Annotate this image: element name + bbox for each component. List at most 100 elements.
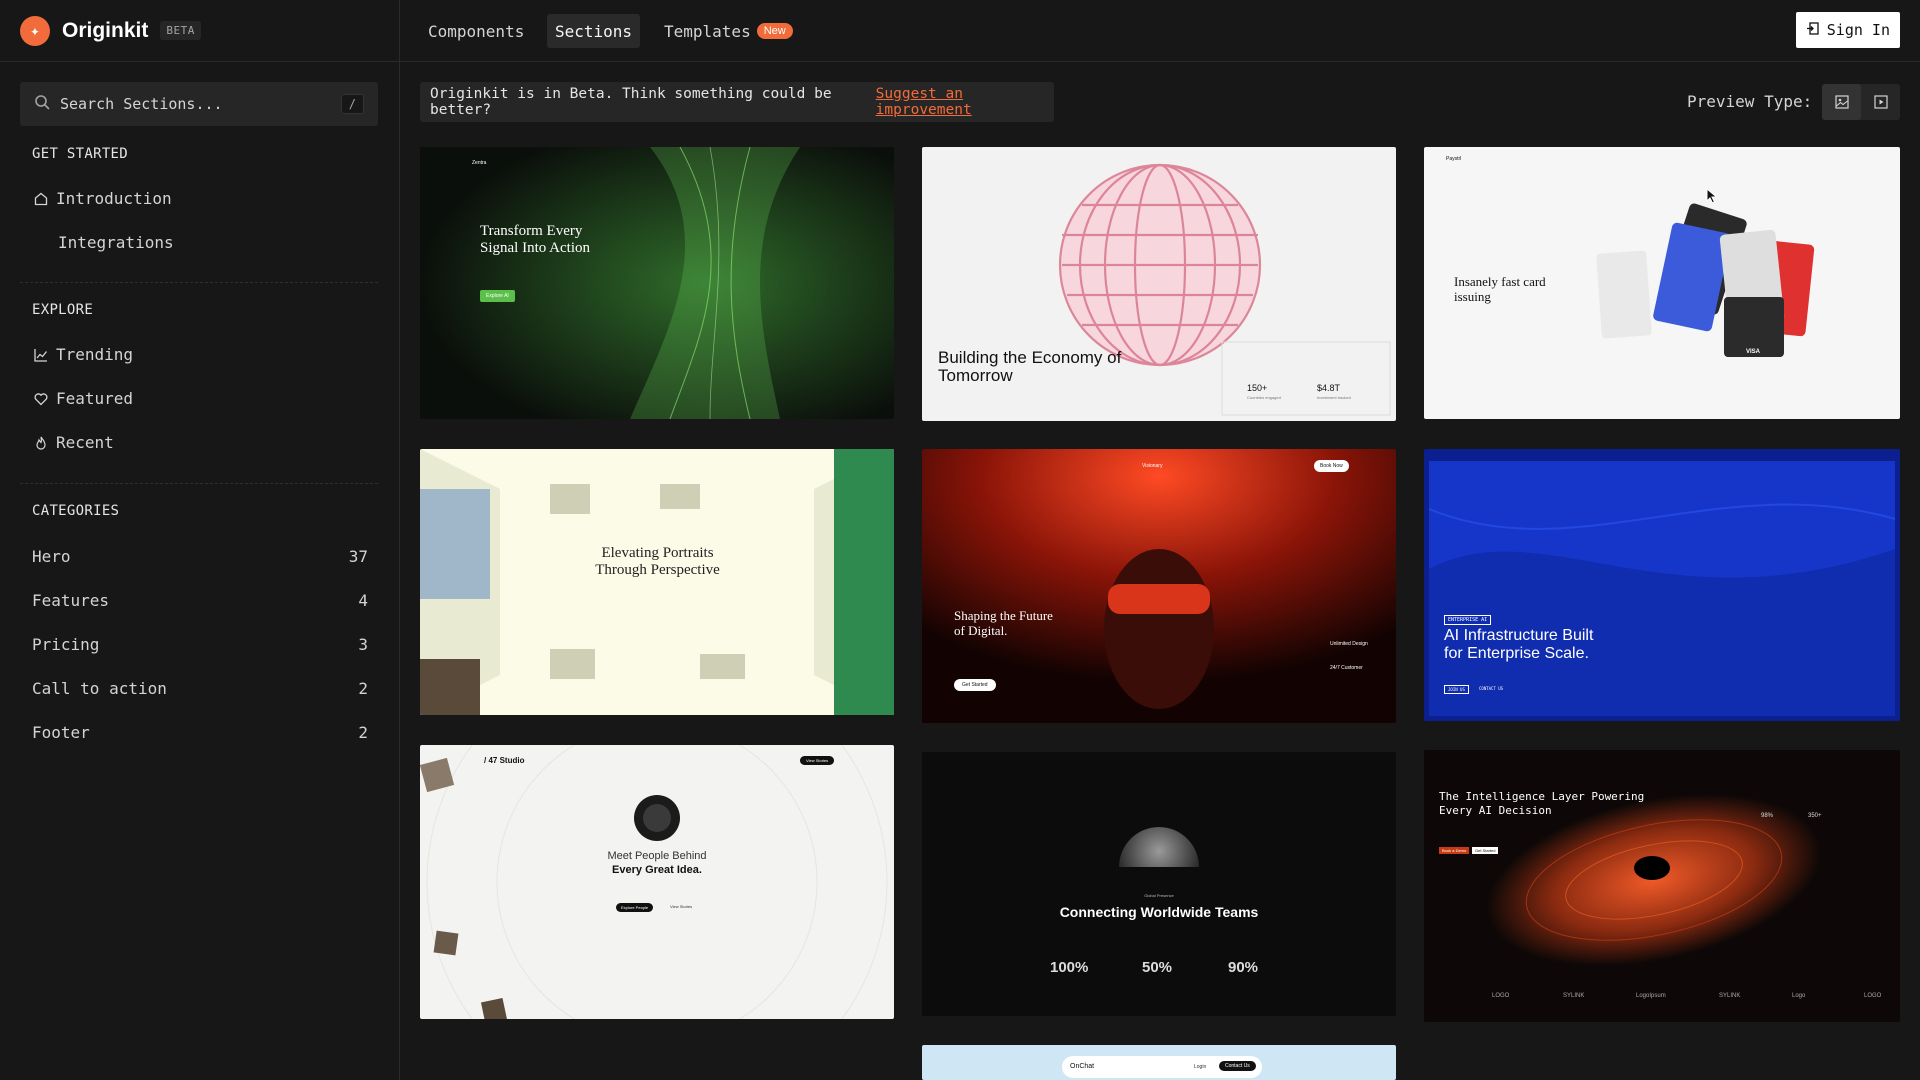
suggest-improvement-link[interactable]: Suggest an improvement: [876, 86, 1054, 118]
card-stat: 90%: [1228, 959, 1259, 976]
card-title: Every Great Idea.: [612, 864, 702, 876]
sidebar-item-label: Recent: [56, 433, 114, 452]
card-stat: 350+: [1808, 813, 1822, 819]
card-text: Unlimited Design: [1330, 641, 1368, 647]
sidebar-item-featured[interactable]: Featured: [32, 389, 133, 408]
category-count: 37: [348, 547, 368, 566]
explore-title: EXPLORE: [32, 302, 94, 318]
home-icon: [32, 192, 50, 206]
search-input[interactable]: [60, 95, 341, 113]
card-title: Building the Economy of Tomorrow: [938, 348, 1122, 385]
section-card[interactable]: Building the Economy of Tomorrow 150+ $4…: [922, 147, 1396, 421]
preview-type-toggle: [1822, 84, 1900, 120]
sidebar-item-label: Featured: [56, 389, 134, 408]
section-card[interactable]: ENTERPRISE AI AI Infrastructure Built fo…: [1424, 449, 1900, 721]
video-icon[interactable]: [1861, 84, 1900, 120]
sidebar-item-label: Trending: [56, 345, 134, 364]
card-visa-label: VISA: [1746, 349, 1761, 355]
section-card[interactable]: Global Presence Connecting Worldwide Tea…: [922, 752, 1396, 1016]
category-label: Call to action: [32, 679, 167, 698]
heart-icon: [32, 392, 50, 406]
card-artwork: [1102, 827, 1216, 912]
card-title: Connecting Worldwide Teams: [1059, 904, 1259, 920]
beta-badge: BETA: [160, 21, 201, 40]
category-label: Pricing: [32, 635, 100, 654]
section-card[interactable]: Paystrl Insanely fast card issuing VISA: [1424, 147, 1900, 419]
search-box[interactable]: /: [20, 82, 378, 126]
sidebar-item-recent[interactable]: Recent: [32, 433, 114, 452]
section-card[interactable]: Zentra Transform Every Signal Into Actio…: [420, 147, 894, 419]
tab-components[interactable]: Components: [420, 14, 532, 48]
sidebar-item-label: Introduction: [56, 189, 172, 208]
section-card[interactable]: The Intelligence Layer Powering Every AI…: [1424, 750, 1900, 1022]
section-card[interactable]: OnChat Login Contact Us: [922, 1045, 1396, 1080]
sidebar-item-label: Integrations: [58, 233, 174, 252]
card-logo: SYLINK: [1563, 993, 1585, 999]
category-label: Features: [32, 591, 110, 610]
sidebar-item-integrations[interactable]: Integrations: [58, 233, 174, 252]
card-logo: Logo: [1792, 993, 1806, 999]
card-cta: Book a Demo: [1439, 847, 1470, 854]
divider: [20, 483, 378, 484]
card-stat-label: Countries engaged: [1247, 395, 1281, 400]
search-icon: [34, 94, 50, 114]
category-item-call-to-action[interactable]: Call to action 2: [32, 679, 368, 698]
category-count: 3: [358, 635, 368, 654]
card-title: Insanely fast card issuing: [1454, 274, 1546, 304]
card-logo: LogoIpsum: [1636, 993, 1666, 999]
category-item-features[interactable]: Features 4: [32, 591, 368, 610]
category-label: Hero: [32, 547, 71, 566]
sidebar: ✦ Originkit BETA / GET STARTED Introduct…: [0, 0, 400, 1080]
beta-banner: Originkit is in Beta. Think something co…: [420, 82, 1054, 122]
card-stat-label: Investment tracked: [1317, 395, 1351, 400]
category-count: 2: [358, 679, 368, 698]
new-badge: New: [756, 23, 793, 39]
sign-in-icon: [1806, 21, 1819, 39]
card-title: Shaping the Future of Digital.: [954, 608, 1053, 638]
card-title: AI Infrastructure Built for Enterprise S…: [1444, 627, 1594, 662]
logo-icon[interactable]: ✦: [20, 15, 50, 46]
sidebar-item-introduction[interactable]: Introduction: [32, 189, 172, 208]
card-tag: Global Presence: [1144, 893, 1174, 898]
sidebar-item-trending[interactable]: Trending: [32, 345, 133, 364]
top-nav: Components Sections Templates New Sign I…: [400, 0, 1920, 62]
tab-sections[interactable]: Sections: [547, 14, 641, 48]
sign-in-button[interactable]: Sign In: [1795, 12, 1900, 48]
card-logo: LOGO: [1864, 993, 1882, 999]
card-cta: CONTACT US: [1479, 686, 1504, 691]
section-card[interactable]: / 47 Studio View Stories Meet People Beh…: [420, 745, 894, 1019]
card-artwork: [420, 449, 894, 715]
card-logo: SYLINK: [1719, 993, 1741, 999]
card-brand: / 47 Studio: [484, 756, 525, 765]
categories-title: CATEGORIES: [32, 503, 120, 519]
card-brand: OnChat: [1070, 1063, 1095, 1070]
card-book-button: Book Now: [1314, 460, 1349, 472]
card-tag: ENTERPRISE AI: [1444, 615, 1492, 625]
category-label: Footer: [32, 723, 90, 742]
card-cta: Get Started: [1472, 847, 1499, 854]
image-icon[interactable]: [1822, 84, 1861, 120]
flame-icon: [32, 436, 50, 450]
card-title: The Intelligence Layer Powering Every AI…: [1439, 790, 1645, 818]
card-pretitle: Meet People Behind: [607, 850, 707, 862]
cursor-icon: [1706, 188, 1718, 204]
card-stat: 98%: [1761, 813, 1774, 819]
card-logo: LOGO: [1492, 993, 1510, 999]
tab-templates[interactable]: Templates New: [656, 14, 801, 48]
brand-name[interactable]: Originkit: [62, 19, 148, 43]
card-title: Transform Every Signal Into Action: [480, 223, 590, 257]
category-item-footer[interactable]: Footer 2: [32, 723, 368, 742]
section-card[interactable]: Visionary Book Now Shaping the Future of…: [922, 449, 1396, 723]
card-stat: 100%: [1050, 959, 1089, 976]
preview-type-label: Preview Type:: [1687, 92, 1813, 111]
card-artwork: [1428, 461, 1896, 716]
card-title: Elevating Portraits Through Perspective: [595, 545, 720, 579]
banner-text: Originkit is in Beta. Think something co…: [430, 86, 832, 118]
card-cta: JOIN US: [1444, 685, 1469, 694]
section-card[interactable]: Elevating Portraits Through Perspective: [420, 449, 894, 715]
card-artwork: [420, 147, 894, 419]
card-nav-cta: View Stories: [800, 756, 835, 765]
card-text: 24/7 Customer: [1330, 665, 1363, 671]
category-item-hero[interactable]: Hero 37: [32, 547, 368, 566]
category-item-pricing[interactable]: Pricing 3: [32, 635, 368, 654]
